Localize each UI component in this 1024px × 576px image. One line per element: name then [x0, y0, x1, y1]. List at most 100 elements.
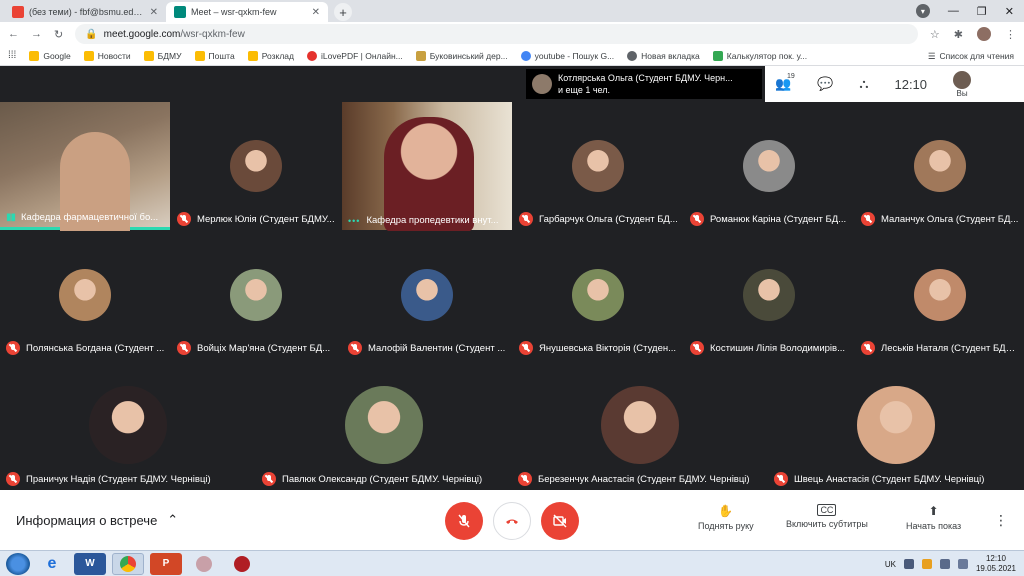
bookmark[interactable]: Калькулятор пок. у...: [712, 50, 808, 61]
participant-name-row: ••• Кафедра пропедевтики внут...: [348, 215, 508, 226]
participant-tile[interactable]: Янушевська Вікторія (Студен...: [513, 231, 683, 359]
volume-icon[interactable]: [957, 559, 968, 569]
bookmark-label: Новости: [97, 50, 131, 61]
powerpoint-icon[interactable]: P: [150, 552, 182, 575]
participant-name: Березенчук Анастасія (Студент БДМУ. Черн…: [538, 473, 750, 485]
check-icon: [712, 50, 723, 61]
participant-name-row: Маланчук Ольга (Студент БД...: [861, 212, 1021, 226]
avatar: [344, 386, 423, 464]
participant-tile[interactable]: Романюк Каріна (Студент БД...: [684, 102, 854, 230]
participant-name-row: Павлюк Олександр (Студент БДМУ. Чернівці…: [262, 472, 507, 486]
participant-tile[interactable]: Мерлюк Юлія (Студент БДМУ...: [171, 102, 341, 230]
tab-meet[interactable]: Meet – wsr-qxkm-few ✕: [166, 2, 328, 22]
participant-tile[interactable]: Костишин Лілія Володимирів...: [684, 231, 854, 359]
menu-icon[interactable]: ⋮: [1005, 28, 1016, 41]
forward-icon[interactable]: →: [31, 28, 42, 40]
profile-icon[interactable]: ▾: [915, 4, 930, 18]
avatar: [600, 386, 679, 464]
start-button[interactable]: [6, 552, 30, 575]
meeting-info-label: Информация о встрече: [16, 512, 158, 528]
bookmark[interactable]: Буковинський дер...: [415, 50, 508, 61]
participant-tile[interactable]: Малофій Валентин (Студент ...: [342, 231, 512, 359]
participant-name: Малофій Валентин (Студент ...: [368, 342, 506, 354]
more-options-icon[interactable]: ⋮: [994, 512, 1008, 529]
avatar: [743, 269, 795, 321]
meet-side-panel: 👥 19 💬 ⛬ 12:10 Вы: [765, 66, 1024, 102]
word-icon[interactable]: W: [74, 552, 106, 575]
new-tab-button[interactable]: +: [334, 3, 352, 21]
window-controls: ▾ — ❐ ✕: [915, 0, 1024, 22]
hangup-icon: [506, 519, 518, 524]
leave-call-button[interactable]: [493, 502, 531, 540]
bookmark[interactable]: Новая вкладка: [627, 50, 700, 61]
close-tab-icon[interactable]: ✕: [150, 7, 158, 18]
mic-off-icon: [519, 341, 533, 355]
participant-tile[interactable]: Березенчук Анастасія (Студент БДМУ. Черн…: [512, 360, 767, 490]
app2-icon[interactable]: [226, 553, 258, 575]
network-icon[interactable]: [939, 559, 950, 569]
apps-icon[interactable]: ⁞⁞⁞: [8, 50, 16, 61]
raise-hand-button[interactable]: ✋ Поднять руку: [698, 504, 754, 531]
tab-gmail[interactable]: (без теми) - fbf@bsmu.edu.ua - ✕: [4, 2, 166, 22]
bookmark[interactable]: Пошта: [194, 50, 235, 61]
mic-off-icon: [6, 472, 20, 486]
participant-tile[interactable]: Маланчук Ольга (Студент БД...: [855, 102, 1024, 230]
folder-icon: [29, 50, 40, 61]
participants-button[interactable]: 👥 19: [775, 73, 795, 92]
chevron-up-icon: ⌃: [167, 512, 179, 527]
reading-list[interactable]: ☰ Список для чтения: [928, 46, 1014, 66]
present-button[interactable]: ⬆ Начать показ: [906, 504, 961, 531]
chat-icon[interactable]: 💬: [817, 76, 833, 92]
avatar[interactable]: [977, 27, 991, 41]
app-icon[interactable]: [188, 553, 220, 575]
self-view[interactable]: Вы: [953, 70, 972, 98]
folder-icon: [247, 50, 258, 61]
bookmark[interactable]: youtube - Пошук G...: [520, 50, 614, 61]
participant-tile[interactable]: ••• Кафедра пропедевтики внут...: [342, 102, 512, 232]
raise-hand-label: Поднять руку: [698, 521, 754, 531]
back-icon[interactable]: ←: [8, 28, 19, 40]
reload-icon[interactable]: ↻: [54, 28, 63, 41]
participant-tile[interactable]: Леськів Наталя (Студент БДМ...: [855, 231, 1024, 359]
bookmark[interactable]: Новости: [83, 50, 131, 61]
participants-count: 19: [787, 73, 795, 80]
participant-tile[interactable]: Швець Анастасія (Студент БДМУ. Чернівці): [768, 360, 1023, 490]
participant-name-row: Костишин Лілія Володимирів...: [690, 341, 850, 355]
activities-icon[interactable]: ⛬: [859, 76, 868, 92]
browser-tab-strip: (без теми) - fbf@bsmu.edu.ua - ✕ Meet – …: [0, 0, 1024, 22]
tray-icon[interactable]: [921, 559, 932, 569]
close-tab-icon[interactable]: ✕: [312, 7, 320, 18]
tray-clock[interactable]: 12:10 19.05.2021: [976, 554, 1016, 574]
bookmark-label: Калькулятор пок. у...: [726, 50, 808, 61]
bookmark[interactable]: Розклад: [247, 50, 294, 61]
participant-tile[interactable]: Павлюк Олександр (Студент БДМУ. Чернівці…: [256, 360, 511, 490]
meeting-info-button[interactable]: Информация о встрече ⌃: [16, 512, 178, 528]
maximize-icon[interactable]: ❐: [977, 5, 987, 18]
hand-icon: ✋: [718, 504, 734, 518]
meeting-clock: 12:10: [894, 76, 928, 92]
participant-tile[interactable]: Гарбарчук Ольга (Студент БД...: [513, 102, 683, 230]
camera-toggle-button[interactable]: [541, 502, 579, 540]
tray-icon[interactable]: [903, 559, 914, 569]
url-field[interactable]: 🔒 meet.google.com/wsr-qxkm-few: [75, 24, 918, 44]
ie-icon[interactable]: e: [36, 553, 68, 575]
bookmark[interactable]: Google: [29, 50, 71, 61]
mic-toggle-button[interactable]: [445, 502, 483, 540]
minimize-icon[interactable]: —: [948, 5, 959, 17]
chrome-icon[interactable]: [112, 552, 144, 575]
bookmark[interactable]: БДМУ: [143, 50, 182, 61]
avatar: [953, 70, 972, 89]
bookmark[interactable]: iLovePDF | Онлайн...: [306, 50, 403, 61]
participant-tile[interactable]: Праничук Надія (Студент БДМУ. Чернівці): [0, 360, 255, 490]
captions-button[interactable]: CC Включить субтитры: [786, 504, 868, 529]
participant-tile[interactable]: ▮▮ Кафедра фармацевтичної бо...: [0, 102, 170, 242]
participant-name: Янушевська Вікторія (Студен...: [539, 342, 677, 354]
language-indicator[interactable]: UK: [885, 560, 896, 569]
bookmark-label: Буковинський дер...: [429, 50, 508, 61]
extensions-icon[interactable]: ✱: [954, 28, 963, 41]
participant-tile[interactable]: Полянська Богдана (Студент ...: [0, 231, 170, 359]
presenter-chip[interactable]: Котлярська Ольга (Студент БДМУ. Черн... …: [526, 69, 762, 99]
close-window-icon[interactable]: ✕: [1005, 5, 1014, 18]
participant-tile[interactable]: Войціх Мар'яна (Студент БД...: [171, 231, 341, 359]
star-icon[interactable]: ☆: [930, 28, 940, 41]
